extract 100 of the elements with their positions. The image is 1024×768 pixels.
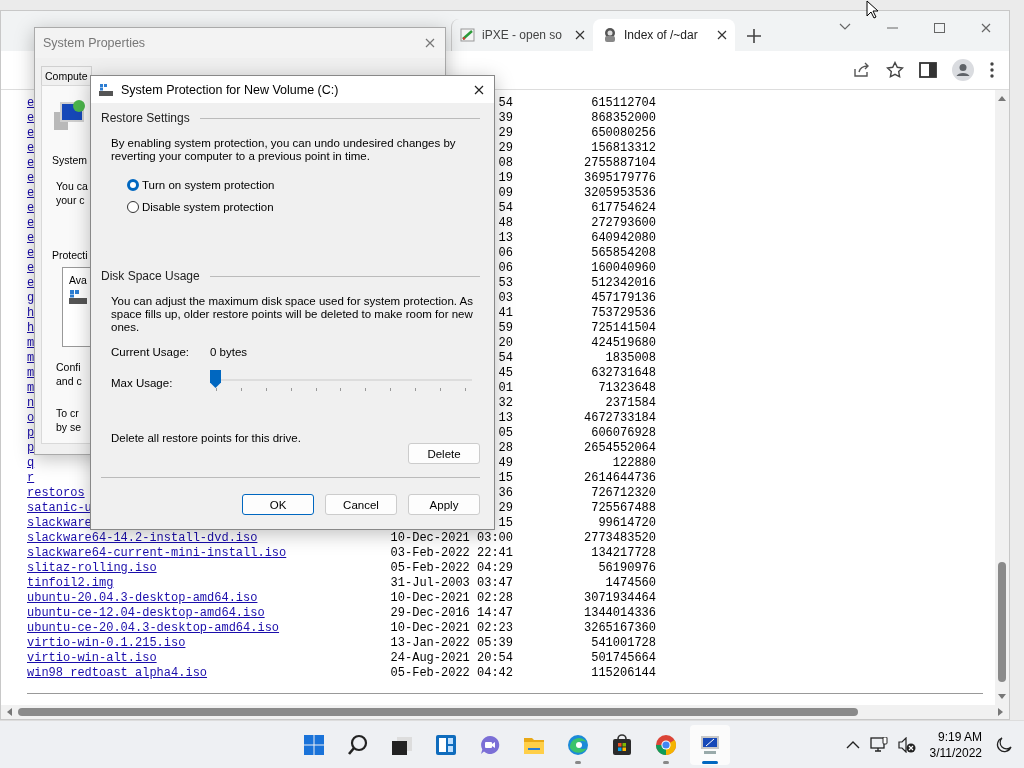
scrollbar-thumb[interactable] xyxy=(18,708,858,716)
tab[interactable]: Compute xyxy=(41,66,92,85)
dialog-button[interactable]: Cancel xyxy=(325,494,397,515)
file-link[interactable]: virtio-win-alt.iso xyxy=(27,651,157,665)
modified-date: 08 xyxy=(498,156,513,171)
browser-tab[interactable]: Index of /~dar xyxy=(593,19,735,51)
file-link[interactable]: r xyxy=(27,471,35,485)
file-link[interactable]: slitaz-rolling.iso xyxy=(27,561,157,575)
taskbar-button[interactable] xyxy=(690,724,730,765)
modified-date: 59 xyxy=(498,321,513,336)
file-size: 1835008 xyxy=(605,351,656,366)
file-link[interactable]: e xyxy=(27,111,35,125)
file-link[interactable]: e xyxy=(27,156,35,170)
file-link[interactable]: e xyxy=(27,201,35,215)
chevron-up-icon[interactable] xyxy=(845,740,860,749)
scroll-up-icon[interactable] xyxy=(998,96,1006,101)
file-link[interactable]: e xyxy=(27,186,35,200)
delete-button[interactable]: Delete xyxy=(408,443,480,464)
muted-speaker-icon[interactable] xyxy=(897,736,916,753)
tab-close-icon[interactable] xyxy=(717,30,727,40)
browser-tab[interactable]: iPXE - open so xyxy=(451,19,593,51)
modified-date: 10-Dec-2021 02:28 xyxy=(390,591,513,606)
browser-icon[interactable] xyxy=(654,732,678,757)
file-link[interactable]: tinfoil2.img xyxy=(27,576,114,590)
file-link[interactable]: m xyxy=(27,366,35,380)
slider-thumb[interactable] xyxy=(210,370,221,388)
file-size: 2614644736 xyxy=(584,471,656,486)
file-link[interactable]: win98_redtoast_alpha4.iso xyxy=(27,666,208,680)
radio-label[interactable]: Turn on system protection xyxy=(142,179,275,191)
file-link[interactable]: e xyxy=(27,96,35,110)
shopping-bag-icon[interactable] xyxy=(610,732,634,757)
clock[interactable]: 9:19 AM 3/11/2022 xyxy=(929,728,982,761)
file-link[interactable]: o xyxy=(27,411,35,425)
file-link[interactable]: slackware xyxy=(27,516,92,530)
scroll-down-icon[interactable] xyxy=(998,694,1006,699)
file-size: 650080256 xyxy=(591,126,656,141)
scroll-right-icon[interactable] xyxy=(998,708,1003,716)
file-link[interactable]: e xyxy=(27,276,35,290)
file-size: 2773483520 xyxy=(584,531,656,546)
group-heading: Disk Space Usage xyxy=(101,269,200,283)
file-size: 156813312 xyxy=(591,141,656,156)
horizontal-scrollbar[interactable] xyxy=(1,705,1009,719)
widgets-icon[interactable] xyxy=(434,732,458,757)
file-size: 725567488 xyxy=(591,501,656,516)
file-link[interactable]: e xyxy=(27,216,35,230)
swirl-icon[interactable] xyxy=(566,732,590,757)
file-link[interactable]: m xyxy=(27,336,35,350)
file-link[interactable]: e xyxy=(27,126,35,140)
share-icon[interactable] xyxy=(853,62,871,78)
new-tab-icon[interactable] xyxy=(747,29,761,43)
modified-date: 54 xyxy=(498,351,513,366)
profile-icon[interactable] xyxy=(952,59,974,81)
file-link[interactable]: ubuntu-ce-12.04-desktop-amd64.iso xyxy=(27,606,265,620)
file-size: 3071934464 xyxy=(584,591,656,606)
file-link[interactable]: h xyxy=(27,306,35,320)
file-link[interactable]: e xyxy=(27,261,35,275)
modified-date: 53 xyxy=(498,276,513,291)
description-text: Delete all restore points for this drive. xyxy=(111,432,301,444)
file-link[interactable]: slackware64-14.2-install-dvd.iso xyxy=(27,531,258,545)
maximize-icon[interactable] xyxy=(934,23,945,33)
file-link[interactable]: restoros xyxy=(27,486,85,500)
file-link[interactable]: q xyxy=(27,456,35,470)
file-link[interactable]: e xyxy=(27,171,35,185)
file-link[interactable]: ubuntu-ce-20.04.3-desktop-amd64.iso xyxy=(27,621,280,635)
file-link[interactable]: e xyxy=(27,141,35,155)
close-icon[interactable] xyxy=(474,84,484,95)
radio-button[interactable] xyxy=(127,179,139,191)
file-size: 615112704 xyxy=(591,96,656,111)
scrollbar-thumb[interactable] xyxy=(998,562,1006,682)
dialog-button[interactable]: OK xyxy=(242,494,314,515)
modified-date: 05-Feb-2022 04:42 xyxy=(390,666,513,681)
start-icon[interactable] xyxy=(302,732,326,757)
file-link[interactable]: m xyxy=(27,351,35,365)
radio-label[interactable]: Disable system protection xyxy=(142,201,274,213)
radio-button[interactable] xyxy=(127,201,139,213)
file-link[interactable]: e xyxy=(27,231,35,245)
chevron-down-icon[interactable] xyxy=(839,23,851,31)
modified-date: 24-Aug-2021 20:54 xyxy=(390,651,513,666)
menu-icon[interactable] xyxy=(989,62,995,78)
file-link[interactable]: e xyxy=(27,246,35,260)
file-link[interactable]: ubuntu-20.04.3-desktop-amd64.iso xyxy=(27,591,258,605)
file-link[interactable]: p xyxy=(27,426,35,440)
modified-date: 05-Feb-2022 04:29 xyxy=(390,561,513,576)
scroll-left-icon[interactable] xyxy=(7,708,12,716)
side-panel-icon[interactable] xyxy=(919,62,937,78)
file-size: 725141504 xyxy=(591,321,656,336)
file-link[interactable]: h xyxy=(27,321,35,335)
network-icon[interactable] xyxy=(869,736,888,753)
moon-icon[interactable] xyxy=(996,736,1012,753)
search-icon[interactable] xyxy=(346,732,370,757)
file-link[interactable]: g xyxy=(27,291,35,305)
file-link[interactable]: slackware64-current-mini-install.iso xyxy=(27,546,287,560)
star-icon[interactable] xyxy=(886,61,904,79)
file-link[interactable]: p xyxy=(27,441,35,455)
tab-close-icon[interactable] xyxy=(575,30,585,40)
file-link[interactable]: n xyxy=(27,396,35,410)
dialog-button[interactable]: Apply xyxy=(408,494,480,515)
vertical-scrollbar[interactable] xyxy=(995,90,1009,705)
file-link[interactable]: m xyxy=(27,381,35,395)
file-link[interactable]: virtio-win-0.1.215.iso xyxy=(27,636,186,650)
